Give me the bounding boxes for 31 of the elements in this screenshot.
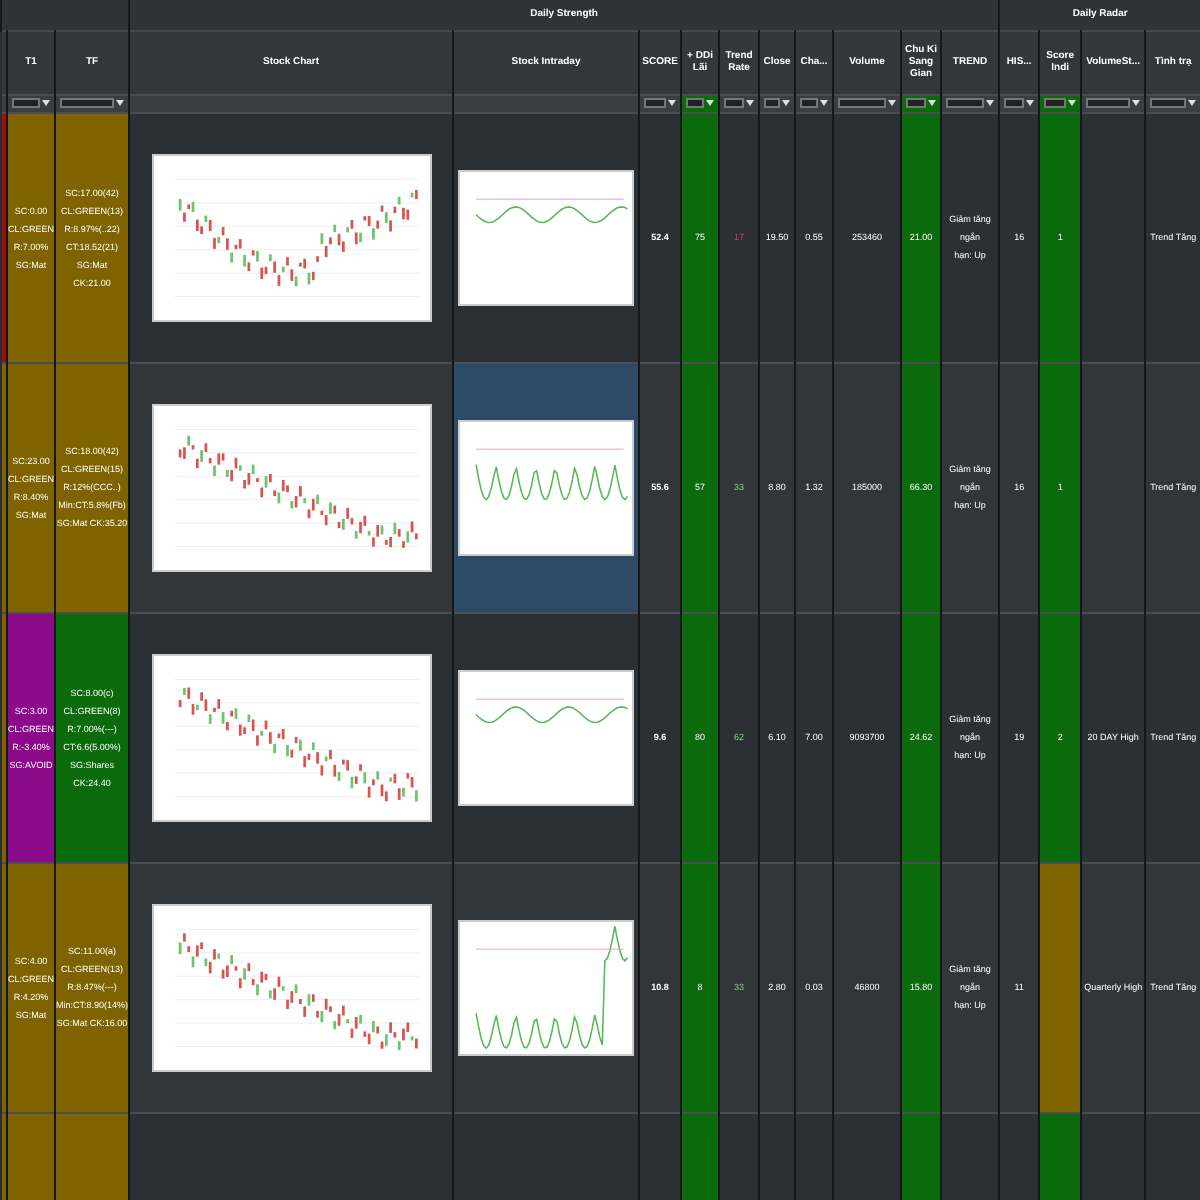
caret-icon[interactable]: [1068, 100, 1077, 106]
caret-icon[interactable]: [986, 100, 995, 106]
caret-icon[interactable]: [706, 100, 715, 106]
caret-icon[interactable]: [782, 100, 791, 106]
filter-field[interactable]: [60, 98, 115, 108]
filter-field[interactable]: [1004, 98, 1025, 108]
caret-icon[interactable]: [746, 100, 755, 106]
caret-icon[interactable]: [116, 100, 125, 106]
filter-field[interactable]: [644, 98, 667, 108]
intraday-cell[interactable]: [453, 862, 640, 1112]
filter-field[interactable]: [686, 98, 705, 108]
filter-field[interactable]: [1044, 98, 1067, 108]
caret-icon[interactable]: [1188, 100, 1197, 106]
caret-icon[interactable]: [928, 100, 937, 106]
filter-field[interactable]: [764, 98, 781, 108]
caret-icon[interactable]: [1132, 100, 1141, 106]
filter-field[interactable]: [12, 98, 40, 108]
caret-icon[interactable]: [888, 100, 897, 106]
filter-field[interactable]: [838, 98, 887, 108]
intraday-cell[interactable]: [453, 112, 640, 362]
filter-field[interactable]: [1086, 98, 1131, 108]
filter-field[interactable]: [724, 98, 745, 108]
filter-field[interactable]: [906, 98, 927, 108]
caret-icon[interactable]: [1026, 100, 1035, 106]
caret-icon[interactable]: [820, 100, 829, 106]
filter-field[interactable]: [1150, 98, 1187, 108]
intraday-cell[interactable]: [453, 362, 640, 612]
filter-field[interactable]: [946, 98, 985, 108]
intraday-cell[interactable]: [453, 612, 640, 862]
caret-icon[interactable]: [42, 100, 50, 106]
caret-icon[interactable]: [668, 100, 677, 106]
